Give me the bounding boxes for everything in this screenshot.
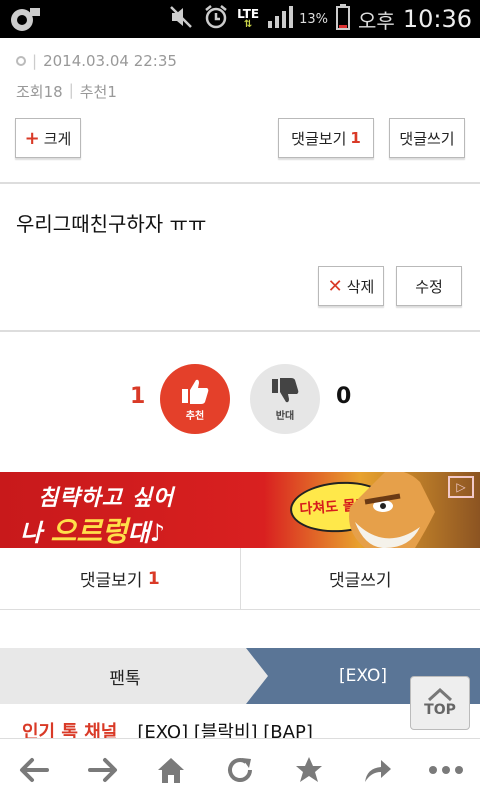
share-icon — [365, 759, 392, 782]
tab-write-comment[interactable]: 댓글쓰기 — [241, 548, 480, 609]
network-type: LTE ⇅ — [237, 7, 260, 30]
more-icon — [428, 765, 463, 774]
thumbs-up-icon — [182, 379, 209, 404]
ad-info-icon[interactable]: ▷ — [448, 476, 474, 498]
signal-icon — [267, 5, 295, 33]
clock-period: 오후 — [358, 8, 395, 33]
home-button[interactable] — [146, 745, 196, 795]
tab-fantalk[interactable]: 팬톡 — [0, 648, 250, 704]
screen: LTE ⇅ 13% 오후 10:36 | 2014.03.04 22:35 조회… — [0, 0, 480, 800]
recommend-button[interactable]: 추천 — [160, 364, 230, 434]
plus-icon: + — [24, 127, 40, 149]
view-comments-button[interactable]: 댓글보기 1 — [278, 118, 374, 158]
channel-tabs: 팬톡 [EXO] — [0, 648, 480, 704]
share-button[interactable] — [352, 745, 402, 795]
view-count: 조회18 — [16, 83, 63, 101]
write-comment-button[interactable]: 댓글쓰기 — [389, 118, 465, 158]
back-icon — [20, 757, 50, 782]
clock: 10:36 — [402, 5, 472, 33]
x-icon: ✕ — [327, 275, 343, 297]
divider — [0, 182, 480, 184]
post-date-row: | 2014.03.04 22:35 — [16, 52, 177, 70]
ad-subline: 나 으르렁대♪ — [20, 515, 166, 548]
divider — [0, 330, 480, 332]
circle-icon — [16, 56, 26, 66]
home-icon — [158, 757, 185, 783]
chevron-up-icon — [427, 688, 453, 702]
back-button[interactable] — [9, 745, 59, 795]
ad-banner[interactable]: 침략하고 싶어 나 으르렁대♪ 다쳐도 몰라~ ▷ — [0, 472, 480, 548]
refresh-icon — [228, 757, 252, 782]
ad-headline: 침략하고 싶어 — [38, 486, 175, 511]
enlarge-button[interactable]: + 크게 — [15, 118, 81, 158]
battery-icon — [336, 4, 351, 34]
mute-icon — [169, 4, 195, 34]
oppose-button[interactable]: 반대 — [250, 364, 320, 434]
notification-icon — [8, 5, 42, 33]
refresh-button[interactable] — [215, 745, 265, 795]
comment-count: 1 — [350, 129, 361, 147]
post-stats: 조회18 | 추천1 — [16, 81, 117, 101]
star-icon — [295, 756, 322, 782]
post-content: 우리그때친구하자 ㅠㅠ — [16, 212, 207, 236]
status-bar: LTE ⇅ 13% 오후 10:36 — [0, 0, 480, 38]
barbarian-character-image — [349, 472, 435, 548]
bookmark-button[interactable] — [284, 745, 334, 795]
forward-icon — [87, 757, 117, 782]
thumbs-down-icon — [272, 377, 299, 402]
alarm-icon — [203, 4, 229, 34]
post-date: 2014.03.04 22:35 — [43, 52, 177, 70]
delete-button[interactable]: ✕ 삭제 — [318, 266, 384, 306]
recommend-count: 추천1 — [79, 83, 117, 101]
status-indicators: LTE ⇅ 13% 오후 10:36 — [169, 0, 472, 38]
scroll-top-button[interactable]: TOP — [410, 676, 470, 730]
oppose-vote-count: 0 — [336, 384, 352, 409]
tab-view-comments[interactable]: 댓글보기 1 — [0, 548, 241, 609]
edit-button[interactable]: 수정 — [396, 266, 462, 306]
browser-nav-bar — [0, 738, 480, 800]
comment-tabs: 댓글보기 1 댓글쓰기 — [0, 548, 480, 610]
recommend-vote-count: 1 — [130, 384, 146, 409]
battery-percent: 13% — [299, 11, 329, 27]
more-button[interactable] — [421, 745, 471, 795]
forward-button[interactable] — [78, 745, 128, 795]
